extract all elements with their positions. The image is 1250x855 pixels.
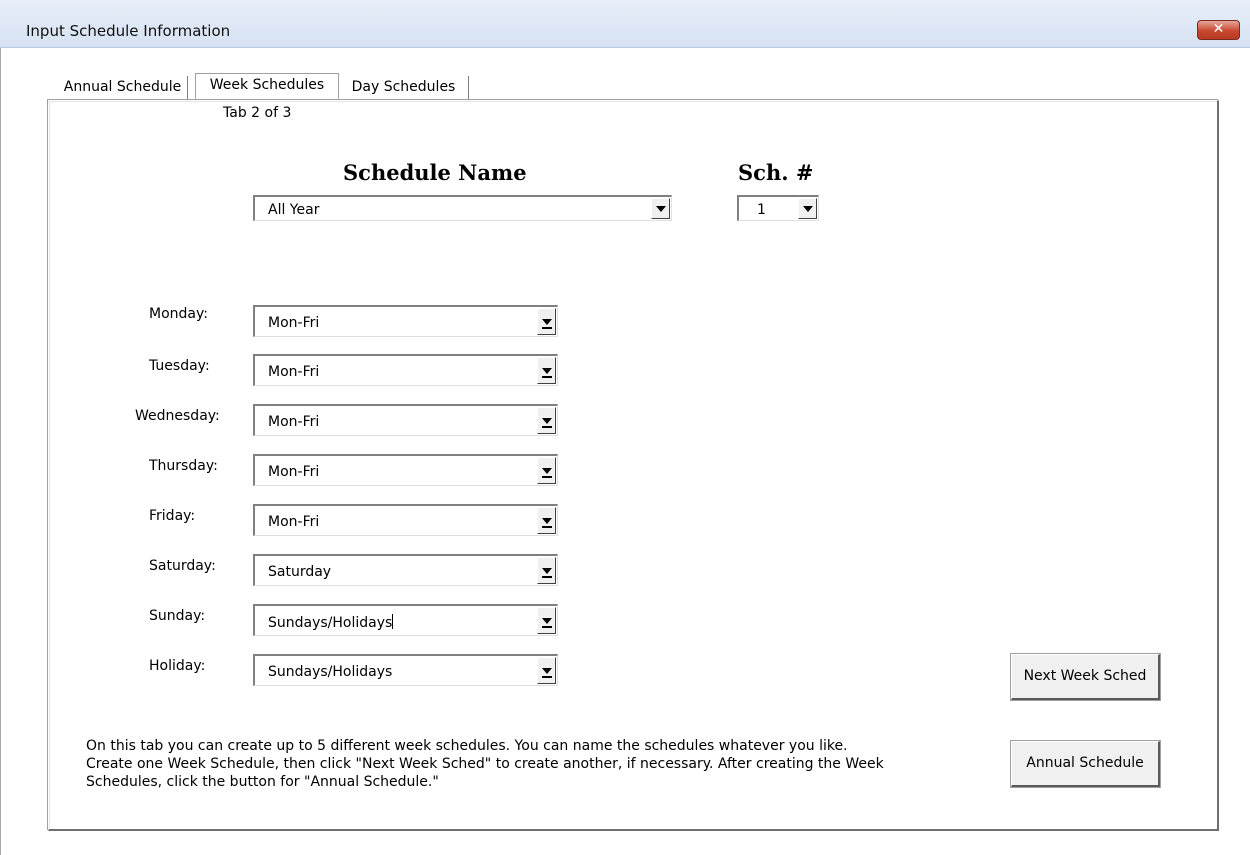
chevron-down-icon [542, 618, 552, 624]
dropdown-bar [542, 576, 552, 578]
tab-label: Week Schedules [209, 77, 325, 93]
chevron-down-icon [542, 418, 552, 424]
help-line: Schedules, click the button for "Annual … [86, 774, 439, 790]
dropdown-button[interactable] [537, 407, 556, 434]
schedule-name-combo[interactable]: All Year [253, 195, 672, 221]
chevron-down-icon [542, 518, 552, 524]
chevron-down-icon [542, 468, 552, 474]
dropdown-button[interactable] [537, 657, 556, 684]
help-text: On this tab you can create up to 5 diffe… [86, 737, 976, 791]
dropdown-bar [542, 676, 552, 678]
saturday-value: Saturday [268, 564, 332, 580]
chevron-down-icon [542, 368, 552, 374]
day-label-sunday: Sunday: [149, 608, 206, 624]
schedule-name-heading: Schedule Name [343, 160, 527, 185]
dropdown-button[interactable] [537, 557, 556, 584]
close-icon: ✕ [1212, 21, 1225, 37]
annual-schedule-button[interactable]: Annual Schedule [1011, 741, 1160, 787]
day-label-saturday: Saturday: [149, 558, 216, 574]
window-title: Input Schedule Information [26, 22, 231, 40]
wednesday-combo[interactable]: Mon-Fri [253, 404, 558, 436]
tuesday-value: Mon-Fri [268, 364, 320, 380]
close-button[interactable]: ✕ [1197, 20, 1240, 40]
thursday-value: Mon-Fri [268, 464, 320, 480]
chevron-down-icon [656, 206, 666, 212]
tab-day-schedules[interactable]: Day Schedules [339, 76, 469, 100]
holiday-value: Sundays/Holidays [268, 664, 393, 680]
dropdown-button[interactable] [537, 507, 556, 534]
wednesday-value: Mon-Fri [268, 414, 320, 430]
sunday-combo[interactable]: Sundays/Holidays [253, 604, 558, 636]
tab-label: Annual Schedule [63, 79, 182, 95]
day-label-monday: Monday: [149, 306, 208, 322]
monday-combo[interactable]: Mon-Fri [253, 305, 558, 337]
dropdown-bar [542, 526, 552, 528]
schedule-number-value: 1 [757, 202, 766, 218]
day-label-tuesday: Tuesday: [149, 358, 210, 374]
day-label-wednesday: Wednesday: [135, 408, 220, 424]
friday-value: Mon-Fri [268, 514, 320, 530]
tab-annual-schedule[interactable]: Annual Schedule [58, 76, 188, 100]
dropdown-bar [542, 327, 552, 329]
dropdown-button[interactable] [537, 357, 556, 384]
chevron-down-icon [803, 206, 813, 212]
dropdown-bar [542, 476, 552, 478]
thursday-combo[interactable]: Mon-Fri [253, 454, 558, 486]
holiday-combo[interactable]: Sundays/Holidays [253, 654, 558, 686]
tab-week-schedules[interactable]: Week Schedules [195, 73, 339, 101]
dropdown-bar [542, 426, 552, 428]
chevron-down-icon [542, 568, 552, 574]
dropdown-button[interactable] [537, 607, 556, 634]
tab-indicator: Tab 2 of 3 [223, 105, 292, 121]
sunday-value-wrap: Sundays/Holidays [268, 614, 394, 631]
saturday-combo[interactable]: Saturday [253, 554, 558, 586]
text-caret [392, 614, 394, 629]
day-label-holiday: Holiday: [149, 658, 206, 674]
schedule-name-value: All Year [268, 202, 320, 218]
tuesday-combo[interactable]: Mon-Fri [253, 354, 558, 386]
help-line: On this tab you can create up to 5 diffe… [86, 738, 848, 754]
dropdown-button[interactable] [798, 198, 817, 219]
dropdown-bar [542, 376, 552, 378]
sunday-value: Sundays/Holidays [268, 615, 393, 631]
schedule-number-heading: Sch. # [738, 160, 814, 185]
help-line: Create one Week Schedule, then click "Ne… [86, 756, 884, 772]
schedule-number-combo[interactable]: 1 [737, 195, 819, 221]
friday-combo[interactable]: Mon-Fri [253, 504, 558, 536]
next-week-sched-button[interactable]: Next Week Sched [1011, 654, 1160, 700]
dropdown-button[interactable] [537, 308, 556, 335]
dropdown-button[interactable] [537, 457, 556, 484]
chevron-down-icon [542, 319, 552, 325]
monday-value: Mon-Fri [268, 315, 320, 331]
tab-label: Day Schedules [351, 79, 456, 95]
chevron-down-icon [542, 668, 552, 674]
window-border [0, 48, 1, 855]
dropdown-bar [542, 626, 552, 628]
day-label-thursday: Thursday: [149, 458, 218, 474]
title-bar: Input Schedule Information ✕ [0, 0, 1250, 48]
dropdown-button[interactable] [651, 198, 670, 219]
day-label-friday: Friday: [149, 508, 196, 524]
